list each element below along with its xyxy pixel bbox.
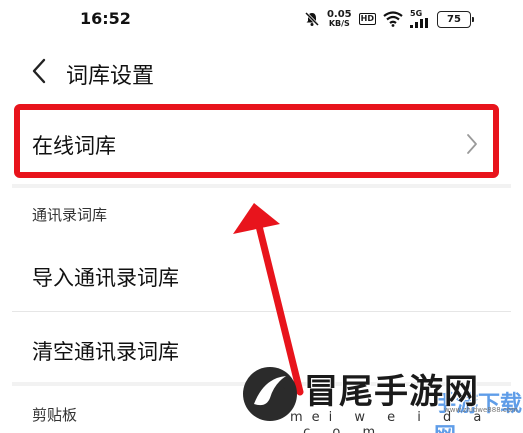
page-title: 词库设置	[66, 64, 155, 89]
network-speed: 0.05 KB/S	[327, 10, 352, 28]
clear-contacts-label: 清空通讯录词库	[32, 340, 179, 364]
chevron-left-icon	[32, 58, 46, 84]
battery-level: 75	[447, 13, 461, 25]
page-header: 词库设置	[0, 50, 523, 94]
battery-icon: 75	[437, 10, 474, 28]
wifi-icon	[383, 11, 403, 27]
status-time: 16:52	[80, 9, 131, 28]
status-icons: 0.05 KB/S HD 5G 75	[304, 8, 474, 30]
watermark-url: mei w e i d a .c o m	[290, 410, 491, 433]
section-divider	[12, 184, 511, 188]
online-dictionary-item[interactable]: 在线词库	[0, 110, 523, 178]
network-label: 5G	[410, 9, 423, 18]
back-button[interactable]	[28, 56, 52, 86]
hd-badge: HD	[358, 13, 376, 25]
online-dictionary-label: 在线词库	[32, 134, 116, 158]
signal-icon: 5G	[410, 10, 430, 28]
import-contacts-label: 导入通讯录词库	[32, 266, 179, 290]
import-contacts-item[interactable]: 导入通讯录词库	[0, 240, 523, 310]
bell-mute-icon	[304, 11, 320, 27]
clipboard-section-title: 剪贴板	[32, 406, 78, 424]
speed-unit: KB/S	[328, 19, 350, 28]
status-bar: 16:52 0.05 KB/S HD 5G 75	[0, 0, 523, 40]
watermark: 手游下载网 冒尾手游网 www.zhidwe888.com mei w e i …	[234, 356, 523, 433]
contacts-section-title: 通讯录词库	[32, 206, 108, 224]
chevron-right-icon	[467, 134, 477, 154]
